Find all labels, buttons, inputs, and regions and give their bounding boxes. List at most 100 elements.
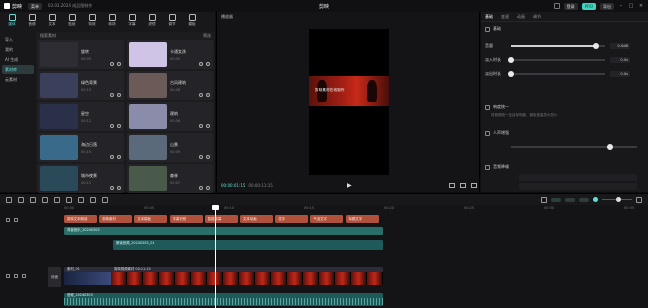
tool-media[interactable]: 媒体 bbox=[2, 14, 22, 27]
maximize-icon[interactable]: □ bbox=[628, 3, 634, 9]
tool-filter[interactable]: 滤镜 bbox=[142, 14, 162, 27]
zoom-knob[interactable] bbox=[616, 196, 621, 202]
value-field[interactable]: 0.0dB bbox=[610, 43, 630, 49]
filter-button[interactable]: 筛选 bbox=[203, 33, 211, 39]
slider-knob[interactable] bbox=[592, 42, 599, 49]
tool-effects[interactable]: 特效 bbox=[82, 14, 102, 27]
denoise-dropdown-2[interactable] bbox=[519, 183, 637, 190]
favorite-icon[interactable] bbox=[199, 124, 203, 128]
slider-knob[interactable] bbox=[508, 70, 514, 77]
delete-left-icon[interactable] bbox=[54, 196, 60, 203]
playhead-handle[interactable] bbox=[212, 205, 219, 210]
inspector-tab[interactable]: 变速 bbox=[501, 14, 509, 20]
nav-item[interactable]: 素材库 bbox=[2, 65, 34, 74]
add-icon[interactable] bbox=[206, 155, 210, 159]
audio-track-clip[interactable]: 背景音乐_20240303 bbox=[64, 227, 383, 235]
favorite-icon[interactable] bbox=[199, 155, 203, 159]
tool-caption[interactable]: 字幕 bbox=[122, 14, 142, 27]
inspector-tab[interactable]: 基础 bbox=[485, 14, 493, 20]
export-button[interactable]: 导出 bbox=[600, 2, 614, 10]
text-clip[interactable]: 字幕识别 bbox=[169, 215, 203, 223]
add-icon[interactable] bbox=[206, 124, 210, 128]
add-icon[interactable] bbox=[206, 62, 210, 66]
eye-icon[interactable] bbox=[14, 274, 18, 278]
snap-toggle[interactable] bbox=[565, 197, 575, 202]
tool-transition[interactable]: 转场 bbox=[102, 14, 122, 27]
playhead[interactable] bbox=[212, 205, 219, 308]
layout-icon[interactable] bbox=[553, 3, 560, 9]
close-icon[interactable]: × bbox=[638, 3, 644, 9]
fit-icon[interactable] bbox=[636, 196, 642, 203]
nav-item[interactable]: AI 生成 bbox=[2, 55, 34, 64]
eye-icon[interactable] bbox=[14, 218, 18, 222]
lock-icon[interactable] bbox=[6, 218, 10, 222]
media-card[interactable]: 海边日落 00:15 bbox=[38, 133, 124, 162]
media-card[interactable]: 旋转 00:03 bbox=[38, 40, 124, 69]
zoom-slider[interactable] bbox=[602, 196, 632, 202]
media-card[interactable]: 星空 00:12 bbox=[38, 102, 124, 131]
delete-right-icon[interactable] bbox=[66, 196, 72, 203]
tool-text[interactable]: 文本 bbox=[42, 14, 62, 27]
basic-checkbox[interactable] bbox=[485, 26, 490, 32]
tool-adjust[interactable]: 调节 bbox=[162, 14, 182, 27]
favorite-icon[interactable] bbox=[110, 186, 114, 190]
text-clip[interactable]: 标题文字 bbox=[345, 215, 379, 223]
text-clip[interactable]: 文本模板 bbox=[134, 215, 168, 223]
text-clip[interactable]: 智能字幕 bbox=[204, 215, 238, 223]
add-icon[interactable] bbox=[206, 186, 210, 190]
mirror-icon[interactable] bbox=[102, 196, 108, 203]
audio-clip[interactable]: 朗读音频_20240303_01 bbox=[113, 240, 383, 250]
enhance-slider-knob[interactable] bbox=[607, 143, 613, 150]
nav-item[interactable]: 云素材 bbox=[2, 75, 34, 84]
media-card[interactable]: 古风建筑 00:08 bbox=[127, 71, 213, 100]
undo-icon[interactable] bbox=[18, 196, 24, 203]
add-icon[interactable] bbox=[117, 186, 121, 190]
pro-badge[interactable]: PRO bbox=[581, 2, 596, 10]
ratio-icon[interactable] bbox=[449, 182, 455, 188]
favorite-icon[interactable] bbox=[110, 93, 114, 97]
text-clip[interactable]: 花字 bbox=[275, 215, 309, 223]
text-clip[interactable]: 剪映素材 bbox=[99, 215, 133, 223]
nav-item[interactable]: 导入 bbox=[2, 35, 34, 44]
main-video-clip[interactable]: 素材_01 剪映视频素材 00:11:15 bbox=[64, 267, 383, 285]
denoise-dropdown[interactable] bbox=[519, 174, 637, 181]
tool-template[interactable]: 模板 bbox=[182, 14, 202, 27]
text-clip[interactable]: 文本动画 bbox=[240, 215, 273, 223]
media-card[interactable]: 建筑 00:06 bbox=[127, 102, 213, 131]
split-icon[interactable] bbox=[42, 196, 48, 203]
normalize-checkbox[interactable] bbox=[485, 104, 490, 110]
fullscreen-icon[interactable] bbox=[460, 182, 466, 188]
slider-knob[interactable] bbox=[508, 56, 514, 63]
text-clip[interactable]: 剪映文本朗读 bbox=[64, 215, 97, 223]
mute-icon[interactable] bbox=[22, 274, 26, 278]
menu-button[interactable]: 菜单 bbox=[28, 2, 43, 10]
inspector-tab[interactable]: 调节 bbox=[533, 14, 541, 20]
video-preview[interactable]: 剪映素材在线制作 bbox=[309, 29, 389, 175]
time-ruler[interactable]: 00:00 00:05 00:10 00:15 00:20 00:25 00:30 00:35 bbox=[62, 205, 648, 213]
tool-sticker[interactable]: 贴纸 bbox=[62, 14, 82, 27]
audio-waveform-clip[interactable]: 音频_20240303 bbox=[64, 293, 383, 306]
favorite-icon[interactable] bbox=[199, 62, 203, 66]
add-icon[interactable] bbox=[117, 93, 121, 97]
delete-icon[interactable] bbox=[78, 196, 84, 203]
magnet-icon[interactable] bbox=[593, 197, 598, 202]
settings-icon[interactable] bbox=[471, 182, 477, 188]
favorite-icon[interactable] bbox=[199, 93, 203, 97]
text-clip[interactable]: 气泡文字 bbox=[310, 215, 344, 223]
lock-icon[interactable] bbox=[6, 274, 10, 278]
play-button[interactable]: ▶ bbox=[347, 182, 352, 189]
favorite-icon[interactable] bbox=[110, 155, 114, 159]
search-input[interactable]: 搜索素材 bbox=[40, 33, 56, 39]
crop-icon[interactable] bbox=[90, 196, 96, 203]
login-button[interactable]: 登录 bbox=[563, 2, 578, 10]
media-card[interactable]: 山景 00:09 bbox=[127, 133, 213, 162]
row-slider[interactable] bbox=[511, 42, 605, 49]
media-card[interactable]: 绿色背景 00:10 bbox=[38, 71, 124, 100]
enhance-checkbox[interactable] bbox=[485, 130, 490, 136]
favorite-icon[interactable] bbox=[199, 186, 203, 190]
denoise-checkbox[interactable] bbox=[485, 164, 490, 170]
redo-icon[interactable] bbox=[30, 196, 36, 203]
add-icon[interactable] bbox=[206, 93, 210, 97]
add-icon[interactable] bbox=[117, 124, 121, 128]
media-card[interactable]: 森林 00:07 bbox=[127, 164, 213, 193]
